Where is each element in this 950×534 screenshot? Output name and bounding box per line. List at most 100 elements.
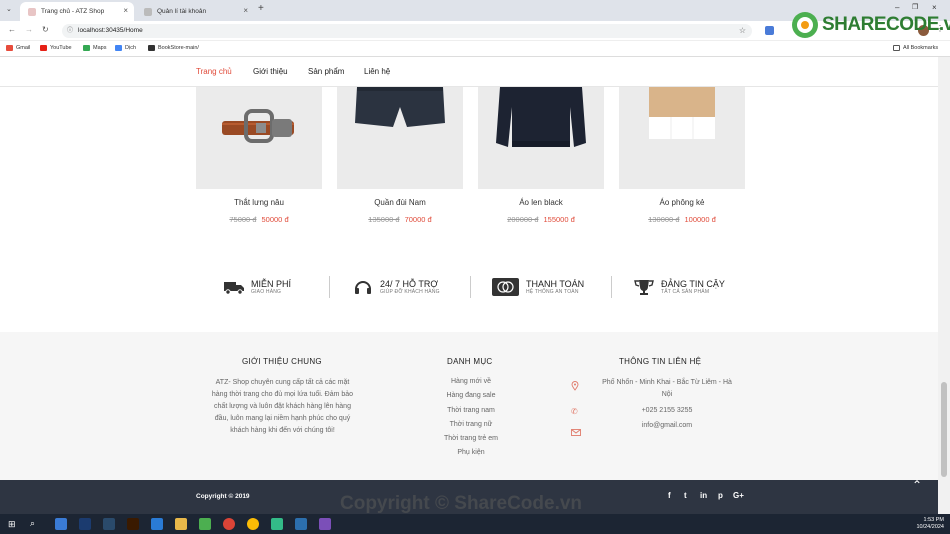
- feature-subtitle: TẤT CẢ SẢN PHẨM: [661, 289, 710, 295]
- nav-about[interactable]: Giới thiệu: [253, 67, 288, 76]
- category-link[interactable]: Thời trang trẻ em: [411, 435, 531, 442]
- sweater-image: [496, 87, 586, 147]
- all-bookmarks[interactable]: All Bookmarks: [893, 45, 938, 51]
- truck-icon: [224, 279, 244, 295]
- footer-category-title: DANH MỤC: [447, 357, 493, 366]
- tab-list-icon[interactable]: ⌄: [6, 5, 12, 13]
- visual-studio-icon[interactable]: [319, 518, 331, 530]
- product-name[interactable]: Quần đùi Nam: [337, 198, 463, 207]
- sale-price: 155000 đ: [543, 215, 575, 224]
- twitter-icon[interactable]: t: [684, 491, 687, 500]
- product-card[interactable]: Quần đùi Nam 135000 đ 70000 đ: [337, 87, 463, 224]
- feature-title: MIỄN PHÍ: [251, 279, 292, 289]
- search-icon[interactable]: ⌕: [30, 518, 35, 529]
- pinterest-icon[interactable]: p: [718, 491, 723, 500]
- category-link[interactable]: Hàng đang sale: [411, 392, 531, 399]
- trophy-icon: [634, 279, 654, 295]
- category-link[interactable]: Hàng mới về: [411, 378, 531, 385]
- taskview-icon[interactable]: [55, 518, 67, 530]
- bookmarks-bar: Gmail YouTube Maps Dịch BookStore-main/ …: [0, 41, 950, 57]
- url-text: localhost:30435/Home: [78, 27, 143, 34]
- tab-home[interactable]: Trang chủ - ATZ Shop ×: [20, 2, 134, 21]
- tab-title: Trang chủ - ATZ Shop: [41, 8, 105, 15]
- location-icon: [571, 378, 579, 396]
- close-tab-icon[interactable]: ×: [243, 6, 248, 15]
- product-name[interactable]: Thắt lưng nâu: [196, 198, 322, 207]
- bookmark-star-icon[interactable]: ☆: [739, 24, 746, 38]
- page-scrollbar[interactable]: [938, 57, 950, 514]
- product-price: 130000 đ 100000 đ: [619, 215, 745, 224]
- feature-free-shipping: MIỄN PHÍ GIAO HÀNG: [224, 275, 291, 299]
- main-nav: Trang chủ Giới thiệu Sản phẩm Liên hệ: [0, 57, 938, 87]
- old-price: 130000 đ: [648, 215, 680, 224]
- back-icon[interactable]: ←: [8, 25, 16, 34]
- app-icon[interactable]: [271, 518, 283, 530]
- nav-products[interactable]: Sản phẩm: [308, 67, 344, 76]
- feature-subtitle: GIÚP ĐỠ KHÁCH HÀNG: [380, 289, 440, 295]
- linkedin-icon[interactable]: in: [700, 491, 707, 500]
- sharecode-logo-icon: [792, 12, 818, 38]
- phone-icon: ✆: [571, 407, 578, 416]
- illustrator-icon[interactable]: [127, 518, 139, 530]
- app-icon[interactable]: [199, 518, 211, 530]
- file-explorer-icon[interactable]: [175, 518, 187, 530]
- divider: [470, 276, 471, 298]
- category-link[interactable]: Phụ kiện: [411, 449, 531, 456]
- product-name[interactable]: Áo len black: [478, 198, 604, 207]
- url-input[interactable]: ⓘ localhost:30435/Home ☆: [62, 24, 752, 38]
- tab-title: Quản lí tài khoản: [157, 8, 207, 15]
- facebook-icon[interactable]: f: [668, 491, 671, 500]
- scrollbar-thumb[interactable]: [941, 382, 947, 477]
- feature-support: 24/ 7 HỖ TRỢ GIÚP ĐỠ KHÁCH HÀNG: [353, 275, 440, 299]
- old-price: 75000 đ: [229, 215, 257, 224]
- chrome-icon[interactable]: [223, 518, 235, 530]
- contact-phone: +025 2155 3255: [641, 407, 693, 414]
- feature-title: 24/ 7 HỖ TRỢ: [380, 279, 439, 289]
- app-icon[interactable]: [295, 518, 307, 530]
- new-tab-icon[interactable]: +: [258, 3, 264, 14]
- bookmark-bookstore[interactable]: BookStore-main/: [148, 45, 199, 51]
- close-tab-icon[interactable]: ×: [123, 6, 128, 15]
- product-name[interactable]: Áo phông kẻ: [619, 198, 745, 207]
- page-favicon-icon: [144, 7, 152, 16]
- back-to-top-icon[interactable]: ⌃: [912, 478, 922, 492]
- tab-account[interactable]: Quản lí tài khoản ×: [136, 2, 254, 21]
- product-card[interactable]: Thắt lưng nâu 75000 đ 50000 đ: [196, 87, 322, 224]
- shorts-image: [355, 87, 445, 127]
- product-image[interactable]: [337, 87, 463, 189]
- bookmark-youtube[interactable]: YouTube: [40, 45, 72, 51]
- feature-subtitle: HỆ THỐNG AN TOÀN: [526, 289, 579, 295]
- headphones-icon: [353, 279, 373, 295]
- old-price: 200000 đ: [507, 215, 539, 224]
- bookmark-maps[interactable]: Maps: [83, 45, 106, 51]
- sale-price: 100000 đ: [684, 215, 716, 224]
- bookmark-translate[interactable]: Dịch: [115, 45, 136, 51]
- windows-taskbar: ⊞ ⌕ 1:53 PM 10/24/2024: [0, 514, 950, 534]
- product-image[interactable]: [619, 87, 745, 189]
- email-icon: [571, 423, 581, 441]
- lightroom-icon[interactable]: [103, 518, 115, 530]
- system-clock[interactable]: 1:53 PM 10/24/2024: [916, 517, 944, 531]
- product-card[interactable]: Áo len black 200000 đ 155000 đ: [478, 87, 604, 224]
- vscode-icon[interactable]: [151, 518, 163, 530]
- category-link[interactable]: Thời trang nam: [411, 407, 531, 414]
- footer-about-text: ATZ- Shop chuyên cung cấp tất cả các mặt…: [211, 379, 354, 434]
- forward-icon[interactable]: →: [25, 25, 33, 34]
- nav-contact[interactable]: Liên hệ: [364, 67, 390, 76]
- product-card[interactable]: Áo phông kẻ 130000 đ 100000 đ: [619, 87, 745, 224]
- chrome-active-icon[interactable]: [247, 518, 259, 530]
- category-link[interactable]: Thời trang nữ: [411, 421, 531, 428]
- page-favicon-icon: [28, 7, 36, 16]
- nav-home[interactable]: Trang chủ: [196, 67, 232, 76]
- product-image[interactable]: [478, 87, 604, 189]
- google-plus-icon[interactable]: G+: [733, 491, 744, 500]
- windows-start-icon[interactable]: ⊞: [8, 519, 16, 530]
- footer-about-title: GIỚI THIỆU CHUNG: [242, 357, 322, 366]
- reload-icon[interactable]: ↻: [42, 25, 49, 34]
- extension-icon[interactable]: [765, 26, 774, 35]
- bookmark-gmail[interactable]: Gmail: [6, 45, 30, 51]
- product-image[interactable]: [196, 87, 322, 189]
- site-footer: [0, 332, 938, 480]
- photoshop-icon[interactable]: [79, 518, 91, 530]
- site-info-icon[interactable]: ⓘ: [67, 24, 73, 38]
